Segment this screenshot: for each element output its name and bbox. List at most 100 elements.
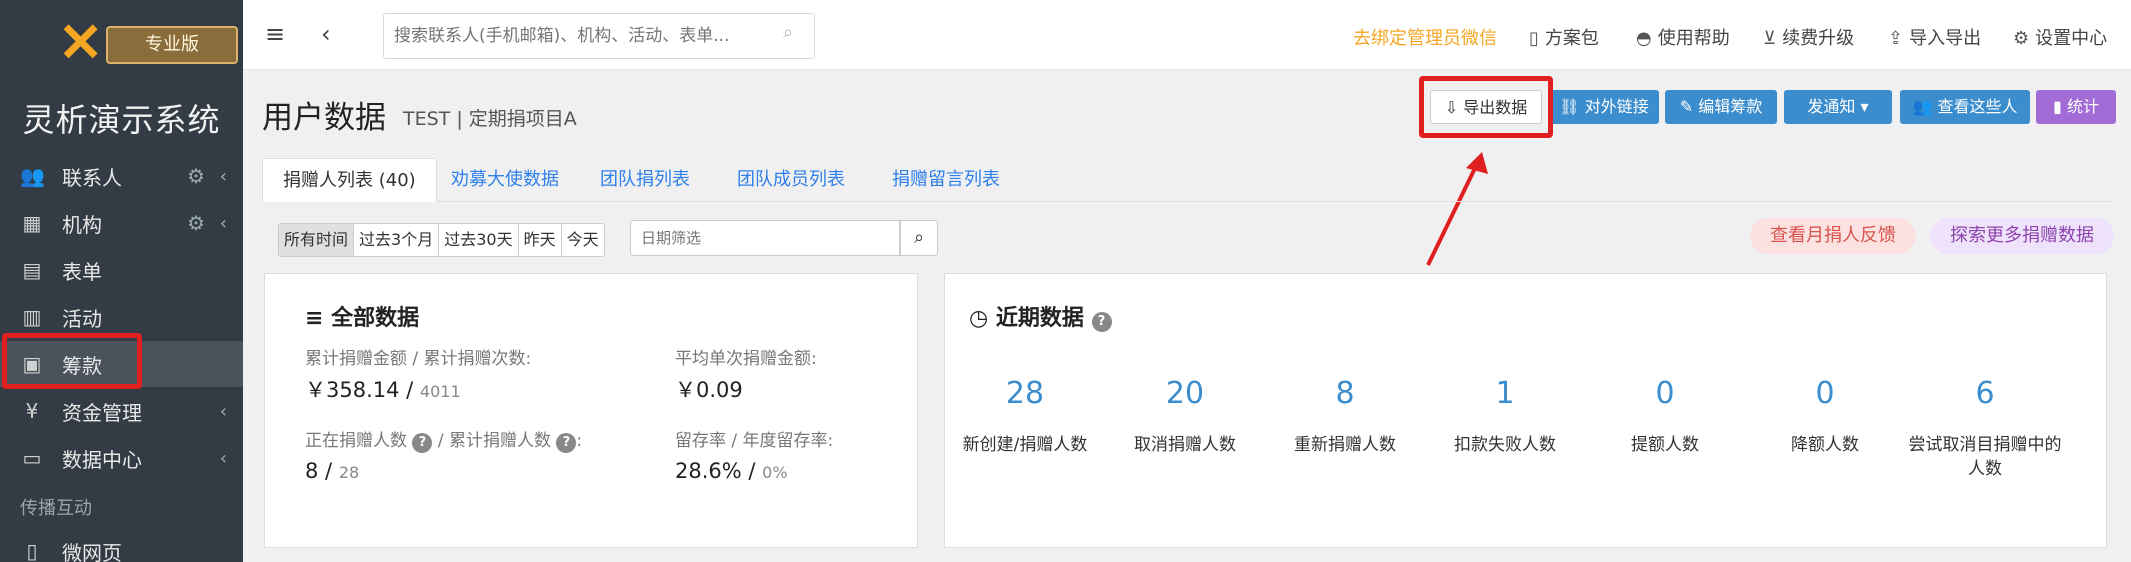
amount-label: 累计捐赠金额 / 累计捐赠次数: — [305, 349, 532, 369]
send-notice-button[interactable]: 发通知 ▾ — [1784, 90, 1892, 124]
import-export-link[interactable]: ⇪ 导入导出 — [1888, 24, 1981, 50]
system-title: 灵析演示系统 — [22, 101, 221, 139]
doc-icon: ▯ — [1529, 28, 1539, 49]
statistics-button[interactable]: ▮ 统计 — [2036, 90, 2116, 124]
sidebar-item-micro-page[interactable]: ▯ 微网页 — [0, 528, 243, 562]
gear-icon[interactable]: ⚙ — [187, 211, 205, 235]
logo-x-icon: ✕ — [58, 13, 104, 73]
chevron-left-icon[interactable]: ‹ — [220, 166, 227, 187]
donors-label: 正在捐赠人数 ? / 累计捐赠人数 ?: — [305, 431, 583, 453]
external-link-button[interactable]: ⛓ 对外链接 — [1549, 90, 1659, 124]
explore-more-button[interactable]: 探索更多捐赠数据 — [1930, 218, 2114, 254]
range-yesterday[interactable]: 昨天 — [519, 224, 562, 256]
sidebar-item-label: 表单 — [62, 259, 102, 284]
clipboard-icon: ▤ — [22, 258, 42, 282]
topbar: ≡ ‹ ⌕ 去绑定管理员微信 ▯方案包 ◓使用帮助 ⊻续费升级 ⇪导入导出 ⚙设… — [243, 0, 2131, 70]
gear-icon[interactable]: ⚙ — [187, 164, 205, 188]
highlight-box-fundraising — [2, 333, 142, 389]
search-icon: ⌕ — [913, 227, 925, 248]
help-link[interactable]: ◓ 使用帮助 — [1636, 24, 1730, 50]
bind-wechat-link[interactable]: 去绑定管理员微信 — [1353, 24, 1497, 50]
help-icon[interactable]: ? — [556, 433, 577, 453]
page-icon: ▯ — [26, 539, 38, 562]
avg-value: ￥0.09 — [675, 378, 743, 402]
sidebar-item-data-center[interactable]: ▭ 数据中心 ‹ — [0, 435, 243, 481]
renew-link[interactable]: ⊻ 续费升级 — [1763, 24, 1854, 50]
range-all-time[interactable]: 所有时间 — [279, 224, 355, 256]
tab-bar: 捐赠人列表 (40) 劝募大使数据 团队捐列表 团队成员列表 捐赠留言列表 — [262, 158, 2112, 202]
caret-down-icon: ▾ — [1855, 97, 1869, 116]
sidebar-item-label: 数据中心 — [62, 447, 142, 472]
headset-icon: ◓ — [1636, 28, 1652, 49]
app-logo: ✕ 专业版 — [58, 13, 238, 73]
tab-donation-message-list[interactable]: 捐赠留言列表 — [872, 158, 1020, 202]
gear-icon: ⚙ — [2013, 28, 2030, 49]
yen-icon: ¥ — [25, 399, 39, 423]
search-icon[interactable]: ⌕ — [783, 22, 793, 43]
sidebar-item-label: 活动 — [62, 306, 102, 331]
sidebar-item-label: 微网页 — [62, 540, 122, 562]
pencil-icon: ✎ — [1679, 97, 1699, 116]
stat-new-donors: 28 新创建/捐赠人数 — [962, 376, 1088, 455]
time-range-segment: 所有时间 过去3个月 过去30天 昨天 今天 — [278, 223, 605, 257]
sidebar-item-forms[interactable]: ▤ 表单 — [0, 247, 243, 293]
calendar-icon: ▥ — [22, 305, 42, 329]
data-icon: ▭ — [22, 446, 42, 470]
search-input[interactable] — [383, 13, 815, 59]
settings-link[interactable]: ⚙ 设置中心 — [2013, 24, 2107, 50]
chevron-left-icon[interactable]: ‹ — [220, 401, 227, 422]
edit-fundraising-button[interactable]: ✎ 编辑筹款 — [1665, 90, 1777, 124]
help-icon[interactable]: ? — [412, 433, 433, 453]
recent-title: ◷ 近期数据 ? — [969, 300, 1112, 332]
stat-decreased: 0 降额人数 — [1791, 376, 1859, 455]
retention-label: 留存率 / 年度留存率: — [675, 431, 834, 451]
view-people-button[interactable]: 👥 查看这些人 — [1900, 90, 2030, 124]
app-root: ✕ 专业版 灵析演示系统 👥 联系人 ⚙ ‹ ▦ 机构 ⚙ ‹ ▤ 表单 ▥ 活… — [0, 0, 2131, 562]
overall-data-panel: ≡ 全部数据 累计捐赠金额 / 累计捐赠次数: ￥358.14 / 4011 平… — [264, 273, 918, 548]
sidebar: ✕ 专业版 灵析演示系统 👥 联系人 ⚙ ‹ ▦ 机构 ⚙ ‹ ▤ 表单 ▥ 活… — [0, 0, 243, 562]
chevron-left-icon[interactable]: ‹ — [220, 213, 227, 234]
amount-value: ￥358.14 / 4011 — [305, 378, 461, 402]
stat-resumed-donors: 8 重新捐赠人数 — [1294, 376, 1396, 455]
upload-icon: ⇪ — [1888, 28, 1904, 49]
menu-icon[interactable]: ≡ — [265, 20, 285, 48]
tab-team-donation-list[interactable]: 团队捐列表 — [580, 158, 710, 202]
sidebar-item-label: 联系人 — [62, 165, 122, 190]
sidebar-item-orgs[interactable]: ▦ 机构 ⚙ ‹ — [0, 200, 243, 246]
retention-value: 28.6% / 0% — [675, 459, 788, 483]
clock-icon: ◷ — [969, 306, 996, 331]
stat-cancelled-donors: 20 取消捐赠人数 — [1134, 376, 1236, 455]
sidebar-item-label: 资金管理 — [62, 400, 142, 425]
help-icon[interactable]: ? — [1091, 312, 1112, 332]
sidebar-section-label: 传播互动 — [20, 498, 92, 519]
building-icon: ▦ — [22, 211, 42, 235]
chevron-left-icon[interactable]: ‹ — [321, 20, 331, 48]
tab-team-member-list[interactable]: 团队成员列表 — [717, 158, 865, 202]
recent-data-panel: ◷ 近期数据 ? 28 新创建/捐赠人数 20 取消捐赠人数 8 重新捐赠人数 1 扣款… — [944, 273, 2107, 548]
stat-attempt-cancel: 6 尝试取消目捐赠中的人数 — [1908, 376, 2062, 479]
tab-ambassador-data[interactable]: 劝募大使数据 — [431, 158, 579, 202]
link-icon: ⛓ — [1559, 97, 1585, 116]
users-icon: 👥 — [20, 164, 45, 188]
database-icon: ≡ — [305, 306, 332, 331]
donors-value: 8 / 28 — [305, 459, 360, 483]
plan-pack-link[interactable]: ▯ 方案包 — [1529, 24, 1599, 50]
highlight-box-export — [1419, 76, 1553, 138]
range-30-days[interactable]: 过去30天 — [439, 224, 519, 256]
cart-icon: ⊻ — [1763, 28, 1777, 49]
monthly-feedback-button[interactable]: 查看月捐人反馈 — [1750, 218, 1916, 254]
chevron-left-icon[interactable]: ‹ — [220, 448, 227, 469]
range-3-months[interactable]: 过去3个月 — [354, 224, 440, 256]
sidebar-item-contacts[interactable]: 👥 联系人 ⚙ ‹ — [0, 153, 243, 199]
range-today[interactable]: 今天 — [562, 224, 604, 256]
stat-increased: 0 提额人数 — [1631, 376, 1699, 455]
date-filter-input[interactable] — [630, 220, 900, 256]
sidebar-item-finance[interactable]: ¥ 资金管理 ‹ — [0, 388, 243, 434]
overall-title: ≡ 全部数据 — [305, 306, 420, 331]
page-title: 用户数据 — [262, 100, 386, 136]
tab-donor-list[interactable]: 捐赠人列表 (40) — [262, 158, 437, 202]
stat-failed-charges: 1 扣款失败人数 — [1454, 376, 1556, 455]
sidebar-item-label: 机构 — [62, 212, 102, 237]
date-search-button[interactable]: ⌕ — [900, 220, 938, 256]
avg-label: 平均单次捐赠金额: — [675, 349, 817, 369]
